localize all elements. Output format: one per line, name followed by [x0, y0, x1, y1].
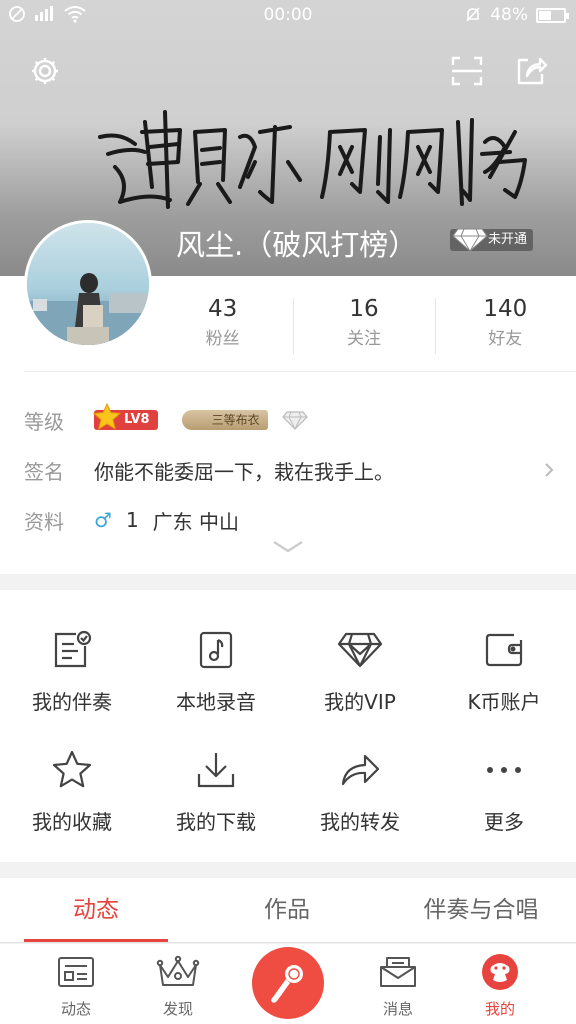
vip-diamond-icon — [337, 632, 383, 668]
stat-friends[interactable]: 140 好友 — [434, 290, 576, 358]
accompaniment-icon — [54, 630, 92, 668]
content-tabs: 动态 作品 伴奏与合唱 — [0, 878, 576, 943]
share-button[interactable] — [514, 54, 548, 88]
signature-text: 你能不能委屈一下，栽在我手上。 — [94, 459, 394, 484]
more-icon — [487, 767, 521, 773]
menu-label: 我的伴奏 — [32, 690, 112, 714]
stat-label: 粉丝 — [205, 329, 240, 349]
settings-button[interactable] — [28, 54, 62, 88]
battery-icon — [536, 7, 569, 23]
vip-status-badge[interactable]: 未开通 — [450, 228, 534, 252]
nav-label: 发现 — [162, 1000, 193, 1018]
my-reposts-button[interactable]: 我的转发 — [288, 746, 432, 835]
profile-icon — [482, 954, 518, 990]
share-icon — [517, 57, 548, 85]
local-recording-button[interactable]: 本地录音 — [144, 626, 288, 715]
stat-label: 好友 — [488, 329, 523, 349]
local-recording-icon — [199, 631, 233, 669]
profile-key: 资料 — [24, 509, 64, 534]
stats-row: 43 粉丝 16 关注 140 好友 — [152, 290, 576, 358]
diamond-icon — [452, 228, 488, 252]
gear-icon — [32, 58, 58, 84]
chevron-right-icon[interactable] — [544, 462, 554, 478]
divider — [24, 371, 576, 372]
feature-grid: 我的伴奏 本地录音 我的VIP K币账户 我的收藏 我的下载 我的转发 更多 — [0, 590, 576, 862]
tab-works[interactable]: 作品 — [215, 878, 359, 943]
nav-label: 我的 — [484, 1000, 515, 1018]
menu-label: 更多 — [484, 810, 524, 834]
nav-label: 消息 — [382, 1000, 413, 1018]
menu-label: 我的VIP — [324, 690, 396, 714]
my-favorites-button[interactable]: 我的收藏 — [0, 746, 144, 835]
stat-value: 16 — [349, 296, 379, 322]
wallet-icon — [485, 633, 523, 667]
battery-fill — [539, 10, 551, 20]
nav-me[interactable]: 我的 — [450, 952, 550, 1019]
diamond-icon[interactable] — [281, 410, 308, 430]
star-icon — [92, 402, 122, 430]
level-row[interactable]: 等级 LV8 三等布衣 — [24, 400, 308, 440]
star-icon — [52, 750, 92, 788]
avatar-photo — [27, 223, 149, 345]
my-accompaniment-button[interactable]: 我的伴奏 — [0, 626, 144, 715]
level-key: 等级 — [24, 409, 64, 434]
crown-icon — [156, 955, 200, 986]
cover-calligraphy-art — [98, 110, 527, 209]
vip-status-label: 未开通 — [488, 232, 528, 247]
stat-value: 140 — [483, 296, 528, 322]
nav-label: 动态 — [60, 1000, 91, 1018]
rank-badge[interactable]: 三等布衣 — [181, 410, 268, 430]
microphone-icon — [271, 965, 303, 1003]
male-icon: ♂ — [94, 508, 112, 532]
forward-icon — [341, 754, 380, 786]
menu-label: 我的收藏 — [32, 810, 112, 834]
menu-label: K币账户 — [467, 690, 541, 714]
k-coin-account-button[interactable]: K币账户 — [432, 626, 576, 715]
stat-fans[interactable]: 43 粉丝 — [152, 290, 293, 358]
menu-label: 我的下载 — [176, 810, 256, 834]
age-value: 1 — [125, 508, 139, 532]
download-icon — [197, 753, 235, 788]
tab-feed[interactable]: 动态 — [24, 878, 168, 943]
username: 风尘.（破风打榜） — [176, 228, 418, 262]
bottom-navigation: 动态 发现 消息 我的 — [0, 944, 576, 1024]
scan-icon — [451, 56, 483, 86]
nav-feed[interactable]: 动态 — [26, 952, 126, 1019]
status-right-icons: 48% — [464, 5, 569, 25]
signature-key: 签名 — [24, 459, 64, 484]
my-vip-button[interactable]: 我的VIP — [288, 626, 432, 715]
stat-following[interactable]: 16 关注 — [293, 290, 434, 358]
record-song-button[interactable] — [252, 947, 324, 1019]
level-badge[interactable]: LV8 — [92, 402, 158, 430]
feed-icon — [58, 957, 94, 987]
avatar[interactable] — [24, 220, 152, 348]
signature-row[interactable]: 签名 你能不能委屈一下，栽在我手上。 — [24, 450, 554, 490]
scan-button[interactable] — [450, 54, 484, 88]
more-button[interactable]: 更多 — [432, 746, 576, 835]
stat-value: 43 — [208, 296, 238, 322]
level-label: LV8 — [124, 412, 150, 427]
profile-details-row[interactable]: 资料 ♂ 1 广东 中山 — [24, 500, 239, 540]
status-bar: 00:00 48% — [0, 0, 576, 32]
battery-percent: 48% — [490, 5, 528, 25]
my-downloads-button[interactable]: 我的下载 — [144, 746, 288, 835]
stat-label: 关注 — [346, 329, 381, 349]
chevron-down-icon[interactable] — [272, 540, 304, 554]
nav-discover[interactable]: 发现 — [128, 952, 228, 1019]
mail-icon — [380, 957, 416, 987]
nav-messages[interactable]: 消息 — [348, 952, 448, 1019]
mute-bell-icon — [466, 7, 480, 22]
active-tab-indicator — [24, 939, 168, 942]
rank-label: 三等布衣 — [211, 413, 260, 427]
menu-label: 本地录音 — [176, 690, 256, 714]
menu-label: 我的转发 — [320, 810, 400, 834]
location-value: 广东 中山 — [152, 509, 240, 534]
tab-accompaniment-chorus[interactable]: 伴奏与合唱 — [406, 878, 556, 943]
